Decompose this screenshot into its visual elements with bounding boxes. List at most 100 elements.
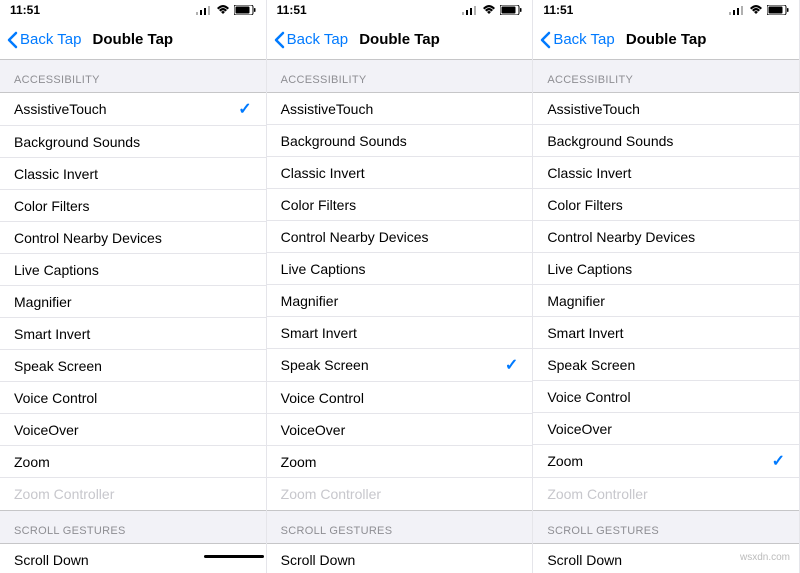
row-label: AssistiveTouch <box>14 101 107 117</box>
row-smart-invert[interactable]: Smart Invert <box>533 317 799 349</box>
row-live-captions[interactable]: Live Captions <box>0 254 266 286</box>
row-smart-invert[interactable]: Smart Invert <box>0 318 266 350</box>
screen-1: 11:51 Back Tap Double Tap ACCESSIBILITY … <box>0 0 267 573</box>
scrollbar-indicator <box>204 555 264 558</box>
page-title: Double Tap <box>626 31 707 48</box>
row-zoom[interactable]: Zoom <box>0 446 266 478</box>
row-label: Live Captions <box>281 261 366 277</box>
row-zoom-controller: Zoom Controller <box>267 478 533 510</box>
row-background-sounds[interactable]: Background Sounds <box>533 125 799 157</box>
row-label: Zoom Controller <box>547 486 647 502</box>
row-label: Zoom <box>547 453 583 469</box>
row-voiceover[interactable]: VoiceOver <box>533 413 799 445</box>
scroll-list: Scroll Down Scroll Up <box>267 543 533 573</box>
back-label: Back Tap <box>553 31 614 48</box>
content[interactable]: ACCESSIBILITY AssistiveTouch✓ Background… <box>0 60 266 573</box>
chevron-left-icon <box>273 31 285 49</box>
accessibility-list: AssistiveTouch✓ Background Sounds Classi… <box>0 92 266 511</box>
row-control-nearby[interactable]: Control Nearby Devices <box>533 221 799 253</box>
nav-bar: Back Tap Double Tap <box>267 20 533 60</box>
row-label: Voice Control <box>281 390 364 406</box>
row-classic-invert[interactable]: Classic Invert <box>267 157 533 189</box>
row-background-sounds[interactable]: Background Sounds <box>0 126 266 158</box>
row-label: Speak Screen <box>547 357 635 373</box>
signal-icon <box>729 5 745 15</box>
row-label: Speak Screen <box>14 358 102 374</box>
row-zoom[interactable]: Zoom✓ <box>533 445 799 478</box>
row-label: Zoom Controller <box>14 486 114 502</box>
row-speak-screen[interactable]: Speak Screen ✓ <box>267 349 533 382</box>
status-bar: 11:51 <box>0 0 266 20</box>
row-classic-invert[interactable]: Classic Invert <box>533 157 799 189</box>
row-label: Control Nearby Devices <box>14 230 162 246</box>
row-color-filters[interactable]: Color Filters <box>0 190 266 222</box>
wifi-icon <box>482 5 496 15</box>
row-label: Speak Screen <box>281 357 369 373</box>
row-classic-invert[interactable]: Classic Invert <box>0 158 266 190</box>
battery-icon <box>234 5 256 15</box>
row-assistive-touch[interactable]: AssistiveTouch <box>533 93 799 125</box>
watermark: wsxdn.com <box>740 552 790 563</box>
row-smart-invert[interactable]: Smart Invert <box>267 317 533 349</box>
nav-bar: Back Tap Double Tap <box>533 20 799 60</box>
row-label: Magnifier <box>14 294 72 310</box>
row-magnifier[interactable]: Magnifier <box>0 286 266 318</box>
status-time: 11:51 <box>277 3 307 17</box>
row-label: Live Captions <box>14 262 99 278</box>
row-voice-control[interactable]: Voice Control <box>0 382 266 414</box>
row-label: VoiceOver <box>281 422 346 438</box>
row-label: Background Sounds <box>281 133 407 149</box>
row-assistive-touch[interactable]: AssistiveTouch <box>267 93 533 125</box>
checkmark-icon: ✓ <box>505 355 518 375</box>
row-background-sounds[interactable]: Background Sounds <box>267 125 533 157</box>
back-label: Back Tap <box>287 31 348 48</box>
row-live-captions[interactable]: Live Captions <box>267 253 533 285</box>
row-magnifier[interactable]: Magnifier <box>533 285 799 317</box>
status-icons <box>729 5 789 15</box>
page-title: Double Tap <box>93 31 174 48</box>
row-voice-control[interactable]: Voice Control <box>267 382 533 414</box>
back-button[interactable]: Back Tap <box>273 31 348 49</box>
row-label: Smart Invert <box>547 325 623 341</box>
row-speak-screen[interactable]: Speak Screen <box>533 349 799 381</box>
row-voice-control[interactable]: Voice Control <box>533 381 799 413</box>
row-speak-screen[interactable]: Speak Screen <box>0 350 266 382</box>
content[interactable]: ACCESSIBILITY AssistiveTouch Background … <box>267 60 533 573</box>
battery-icon <box>500 5 522 15</box>
row-zoom[interactable]: Zoom <box>267 446 533 478</box>
row-voiceover[interactable]: VoiceOver <box>267 414 533 446</box>
nav-bar: Back Tap Double Tap <box>0 20 266 60</box>
row-color-filters[interactable]: Color Filters <box>267 189 533 221</box>
row-scroll-down[interactable]: Scroll Down <box>267 544 533 573</box>
row-control-nearby[interactable]: Control Nearby Devices <box>267 221 533 253</box>
row-label: Control Nearby Devices <box>281 229 429 245</box>
back-button[interactable]: Back Tap <box>6 31 81 49</box>
row-label: Live Captions <box>547 261 632 277</box>
back-button[interactable]: Back Tap <box>539 31 614 49</box>
row-label: AssistiveTouch <box>547 101 640 117</box>
row-live-captions[interactable]: Live Captions <box>533 253 799 285</box>
row-magnifier[interactable]: Magnifier <box>267 285 533 317</box>
row-label: Magnifier <box>281 293 339 309</box>
row-voiceover[interactable]: VoiceOver <box>0 414 266 446</box>
screen-2: 11:51 Back Tap Double Tap ACCESSIBILITY … <box>267 0 534 573</box>
section-header-accessibility: ACCESSIBILITY <box>533 60 799 92</box>
wifi-icon <box>216 5 230 15</box>
page-title: Double Tap <box>359 31 440 48</box>
signal-icon <box>196 5 212 15</box>
content[interactable]: ACCESSIBILITY AssistiveTouch Background … <box>533 60 799 573</box>
row-label: Classic Invert <box>281 165 365 181</box>
signal-icon <box>462 5 478 15</box>
row-label: Smart Invert <box>14 326 90 342</box>
status-icons <box>462 5 522 15</box>
row-assistive-touch[interactable]: AssistiveTouch✓ <box>0 93 266 126</box>
row-label: Color Filters <box>281 197 356 213</box>
row-label: Control Nearby Devices <box>547 229 695 245</box>
row-control-nearby[interactable]: Control Nearby Devices <box>0 222 266 254</box>
row-color-filters[interactable]: Color Filters <box>533 189 799 221</box>
row-label: Voice Control <box>547 389 630 405</box>
row-label: Scroll Down <box>14 552 89 568</box>
section-header-scroll: SCROLL GESTURES <box>267 511 533 543</box>
row-scroll-down[interactable]: Scroll Down <box>0 544 266 573</box>
section-header-scroll: SCROLL GESTURES <box>533 511 799 543</box>
